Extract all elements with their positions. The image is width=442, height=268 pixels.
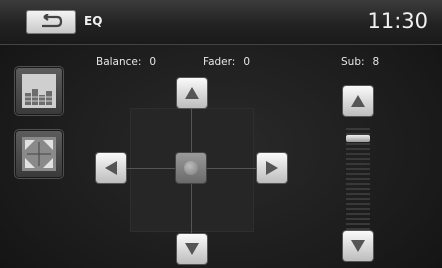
triangle-up-icon [351, 95, 365, 107]
slider-tick [346, 188, 370, 190]
triangle-right-icon [266, 161, 278, 175]
slider-tick [346, 163, 370, 165]
fader-readout: Fader: 0 [203, 56, 250, 68]
back-button[interactable] [26, 10, 76, 34]
triangle-up-icon [185, 87, 199, 99]
slider-tick [346, 158, 370, 160]
triangle-down-icon [185, 243, 199, 255]
balance-fader-icon [22, 137, 56, 171]
slider-tick [346, 153, 370, 155]
slider-tick [346, 148, 370, 150]
clock: 11:30 [367, 9, 428, 33]
screen-title: EQ [84, 14, 103, 28]
slider-tick [346, 213, 370, 215]
triangle-down-icon [351, 240, 365, 252]
balance-mode-button[interactable] [16, 131, 62, 177]
slider-tick [346, 228, 370, 230]
slider-tick [346, 223, 370, 225]
balance-fader-knob[interactable] [176, 153, 206, 183]
balance-value: 0 [149, 56, 157, 68]
slider-tick [346, 208, 370, 210]
slider-tick [346, 178, 370, 180]
slider-tick [346, 173, 370, 175]
top-bar: EQ 11:30 [0, 0, 442, 45]
balance-label: Balance: [96, 56, 142, 68]
balance-right-button[interactable] [257, 153, 287, 183]
sub-down-button[interactable] [343, 231, 373, 261]
fader-up-button[interactable] [177, 78, 207, 108]
slider-tick [346, 193, 370, 195]
equalizer-bars-icon [22, 74, 56, 108]
sub-value: 8 [372, 56, 380, 68]
return-arrow-icon [42, 14, 63, 28]
sub-slider-track[interactable] [346, 128, 370, 230]
balance-readout: Balance: 0 [96, 56, 156, 68]
slider-tick [346, 168, 370, 170]
slider-tick [346, 143, 370, 145]
slider-tick [346, 203, 370, 205]
sub-slider-handle[interactable] [346, 135, 370, 142]
triangle-left-icon [105, 161, 117, 175]
sub-up-button[interactable] [343, 86, 373, 116]
balance-left-button[interactable] [96, 153, 126, 183]
eq-mode-button[interactable] [16, 68, 62, 114]
slider-tick [346, 198, 370, 200]
sub-label: Sub: [341, 56, 365, 68]
slider-tick [346, 183, 370, 185]
slider-tick [346, 218, 370, 220]
fader-value: 0 [243, 56, 250, 68]
fader-label: Fader: [203, 56, 236, 68]
sub-readout: Sub: 8 [341, 56, 379, 68]
slider-tick [346, 128, 370, 130]
eq-screen: EQ 11:30 Balance: 0 Fader: 0 Sub: 8 [0, 0, 442, 268]
fader-down-button[interactable] [177, 234, 207, 264]
